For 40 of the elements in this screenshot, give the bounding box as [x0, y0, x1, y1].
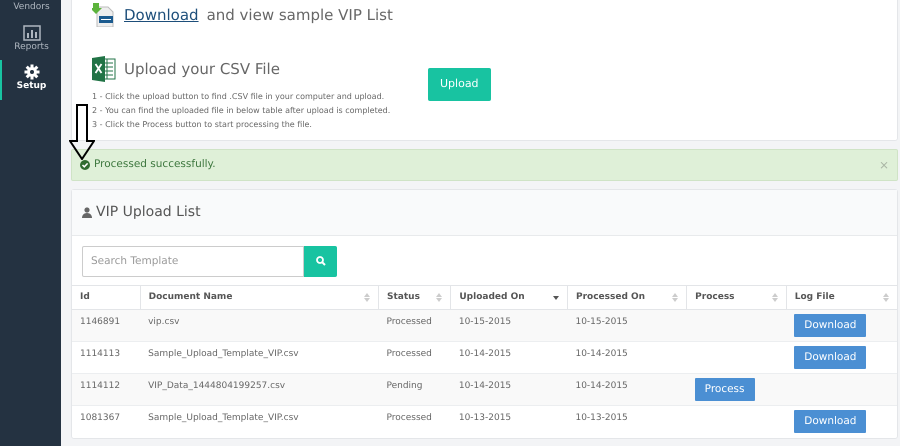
table-cell: 1114112 [72, 374, 140, 406]
table-cell: Processed [378, 406, 451, 438]
settings-icon [24, 64, 40, 80]
csv-file-icon [92, 3, 116, 27]
table-cell: 10-13-2015 [450, 406, 568, 438]
instruction-step: 1 - Click the upload button to find .CSV file in your computer and upload. [92, 90, 428, 104]
sidebar-item[interactable]: Vendors [0, 0, 61, 20]
column-header[interactable]: Process [686, 285, 786, 310]
column-header[interactable]: Uploaded On [450, 285, 568, 310]
table-cell: vip.csv [140, 310, 378, 342]
table-cell: 10-15-2015 [567, 310, 687, 342]
search-icon [316, 256, 326, 266]
sidebar-item[interactable]: Setup [0, 60, 61, 100]
alert-message: Processed successfully. [94, 157, 217, 172]
table-cell: 10-15-2015 [450, 310, 568, 342]
panel-title: VIP Upload List [96, 202, 201, 222]
table-cell: Processed [378, 310, 451, 342]
search-button[interactable] [304, 246, 337, 277]
download-description: and view sample VIP List [206, 4, 393, 26]
table-cell: 1081367 [72, 406, 140, 438]
column-header[interactable]: Document Name [140, 285, 378, 310]
table-cell: 10-14-2015 [450, 374, 568, 406]
table-cell: VIP_Data_1444804199257.csv [140, 374, 378, 406]
instruction-step: 3 - Click the Process button to start processing the file. [92, 118, 428, 132]
down-arrow-icon [69, 104, 95, 160]
excel-file-icon [92, 56, 116, 82]
check-circle-icon [80, 160, 90, 170]
table-cell: Sample_Upload_Template_VIP.csv [140, 406, 378, 438]
column-header[interactable]: Processed On [567, 285, 687, 310]
bar-chart-icon [22, 24, 40, 40]
table-cell: 10-13-2015 [567, 406, 687, 438]
sidebar-item[interactable]: Reports [0, 20, 61, 60]
table-cell: 10-14-2015 [567, 374, 687, 406]
instruction-step: 2 - You can find the uploaded file in below table after upload is completed. [92, 104, 428, 118]
user-icon [82, 206, 92, 218]
table-cell: 1146891 [72, 310, 140, 342]
download-link[interactable]: Download [124, 4, 199, 26]
upload-title: Upload your CSV File [124, 58, 280, 80]
table-cell: Pending [378, 374, 451, 406]
search-field[interactable]: Search Template [82, 246, 304, 277]
